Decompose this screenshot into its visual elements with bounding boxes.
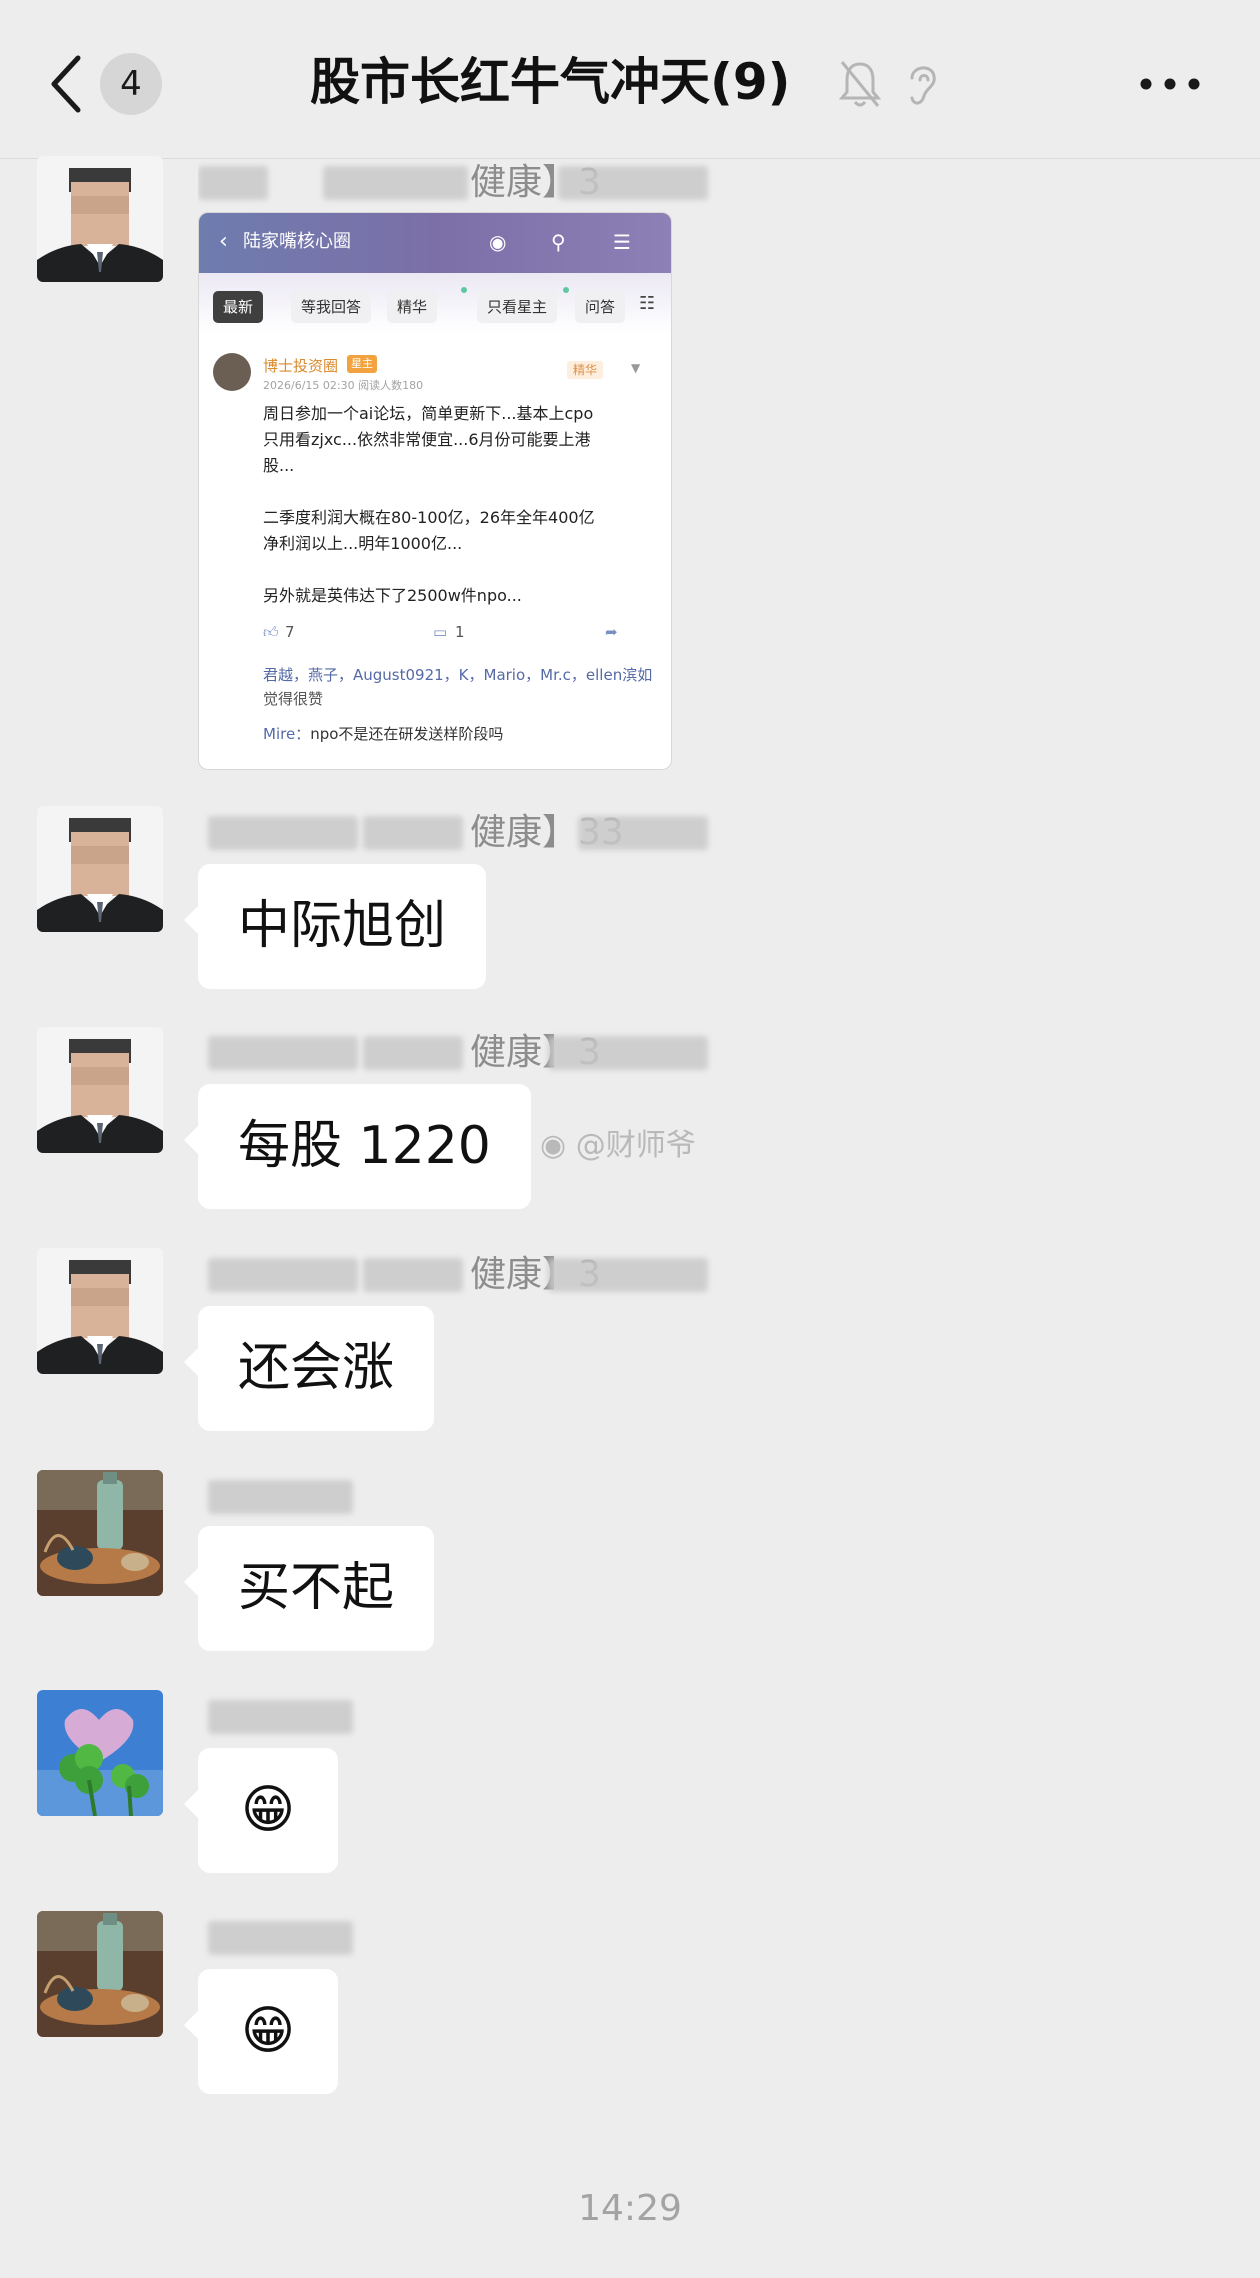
mute-bell-icon bbox=[838, 61, 882, 107]
shared-screenshot-image[interactable]: ‹ 陆家嘴核心圈 ◉ ⚲ ☰ 最新 等我回答 精华 只看星主 问答 ☷ 博士投资… bbox=[198, 212, 672, 770]
shot-menu-icon: ☰ bbox=[613, 230, 631, 254]
avatar[interactable] bbox=[37, 1470, 163, 1596]
shot-like-icon: 👍︎ bbox=[263, 623, 279, 641]
message-bubble[interactable]: 每股 1220 bbox=[184, 1084, 531, 1209]
sender-name: 健康】3 bbox=[198, 1250, 718, 1300]
shot-post-line: 净利润以上...明年1000亿... bbox=[263, 534, 463, 553]
shot-title: 陆家嘴核心圈 bbox=[243, 231, 351, 252]
shot-tabs: 最新 等我回答 精华 只看星主 问答 ☷ bbox=[199, 273, 671, 333]
shot-comment-icon: ▭ bbox=[433, 623, 448, 641]
shot-tab: 精华 bbox=[387, 291, 438, 323]
emoji-bubble[interactable]: 😁 bbox=[184, 1748, 338, 1873]
shot-avatar-icon: ◉ bbox=[489, 230, 507, 254]
message-bubble[interactable]: 还会涨 bbox=[183, 1306, 435, 1431]
sender-name bbox=[198, 1472, 718, 1522]
message-bubble[interactable]: 中际旭创 bbox=[183, 864, 487, 989]
watermark: ◉ @财师爷 bbox=[540, 1128, 696, 1163]
message-timestamp: 14:29 bbox=[578, 2188, 682, 2229]
chat-header: 4 股市长红牛气冲天(9) bbox=[0, 0, 1260, 159]
shot-tab: 最新 bbox=[213, 291, 264, 323]
sender-name bbox=[198, 1913, 718, 1963]
shot-back-icon: ‹ bbox=[219, 229, 228, 254]
shot-featured-badge: 精华 bbox=[567, 361, 604, 379]
ear-icon bbox=[910, 66, 936, 105]
sender-name bbox=[198, 1692, 718, 1742]
shot-post-line: 股... bbox=[263, 456, 295, 475]
avatar[interactable] bbox=[37, 1690, 163, 1816]
sender-name: 健康】3 bbox=[198, 158, 718, 208]
back-arrow-icon[interactable] bbox=[46, 52, 86, 116]
shot-tab: 等我回答 bbox=[291, 291, 372, 323]
message-bubble[interactable]: 买不起 bbox=[183, 1526, 435, 1651]
emoji-bubble[interactable]: 😁 bbox=[184, 1969, 338, 2094]
avatar[interactable] bbox=[37, 1027, 163, 1153]
avatar[interactable] bbox=[37, 1248, 163, 1374]
shot-comment: Mire：npo不是还在研发送样阶段吗 bbox=[263, 725, 504, 743]
sender-name: 健康】3 bbox=[198, 1028, 718, 1078]
chat-title: 股市长红牛气冲天(9) bbox=[310, 53, 791, 111]
shot-post-line: 另外就是英伟达下了2500w件npo... bbox=[263, 586, 522, 605]
avatar[interactable] bbox=[37, 1911, 163, 2037]
shot-like-count: 7 bbox=[285, 623, 295, 641]
sender-name: 健康】33 bbox=[198, 808, 718, 858]
shot-comment-count: 1 bbox=[455, 623, 465, 641]
shot-caret-icon: ▼ bbox=[631, 361, 641, 375]
shot-post-line: 二季度利润大概在80-100亿，26年全年400亿 bbox=[263, 508, 595, 527]
shot-post-meta: 2026/6/15 02:30 阅读人数180 bbox=[263, 379, 424, 392]
shot-author-tag: 星主 bbox=[347, 355, 377, 373]
shot-likes-line: 君越，燕子，August0921，K，Mario，Mr.c，ellen滨如 觉得… bbox=[263, 666, 653, 708]
more-options-icon[interactable] bbox=[1138, 76, 1202, 92]
shot-tab: 只看星主 bbox=[477, 291, 558, 323]
weibo-icon: ◉ bbox=[540, 1128, 567, 1163]
shot-share-icon: ➦ bbox=[605, 623, 618, 641]
avatar[interactable] bbox=[37, 156, 163, 282]
shot-post-author: 博士投资圈 bbox=[263, 357, 339, 375]
shot-list-icon: ☷ bbox=[639, 293, 656, 314]
shot-tab: 问答 bbox=[575, 291, 626, 323]
shot-topbar: ‹ 陆家嘴核心圈 ◉ ⚲ ☰ bbox=[199, 213, 671, 273]
unread-count-badge[interactable]: 4 bbox=[100, 53, 162, 115]
shot-post-line: 只用看zjxc...依然非常便宜...6月份可能要上港 bbox=[263, 430, 591, 449]
shot-search-icon: ⚲ bbox=[551, 230, 566, 254]
shot-post-line: 周日参加一个ai论坛，简单更新下...基本上cpo bbox=[263, 404, 594, 423]
shot-author-avatar bbox=[213, 353, 251, 391]
avatar[interactable] bbox=[37, 806, 163, 932]
